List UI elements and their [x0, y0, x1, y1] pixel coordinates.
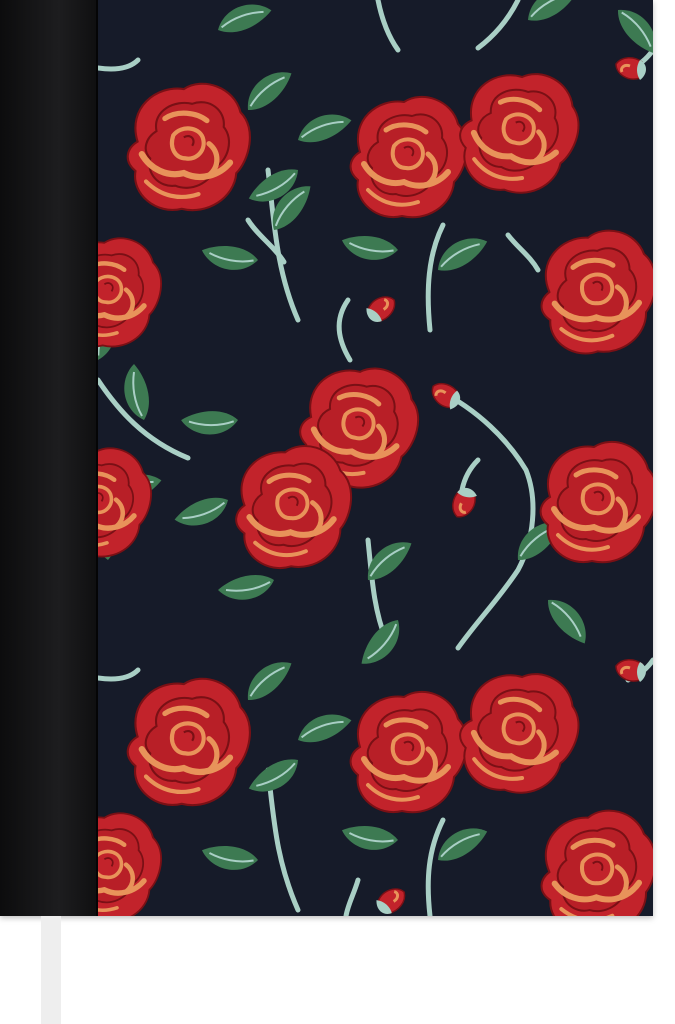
notebook [0, 0, 653, 916]
ribbon-bookmark [41, 916, 61, 1024]
rose-pattern [98, 0, 653, 916]
notebook-spine [0, 0, 98, 916]
notebook-cover [98, 0, 653, 916]
roses [98, 65, 653, 916]
product-photo [0, 0, 675, 1024]
